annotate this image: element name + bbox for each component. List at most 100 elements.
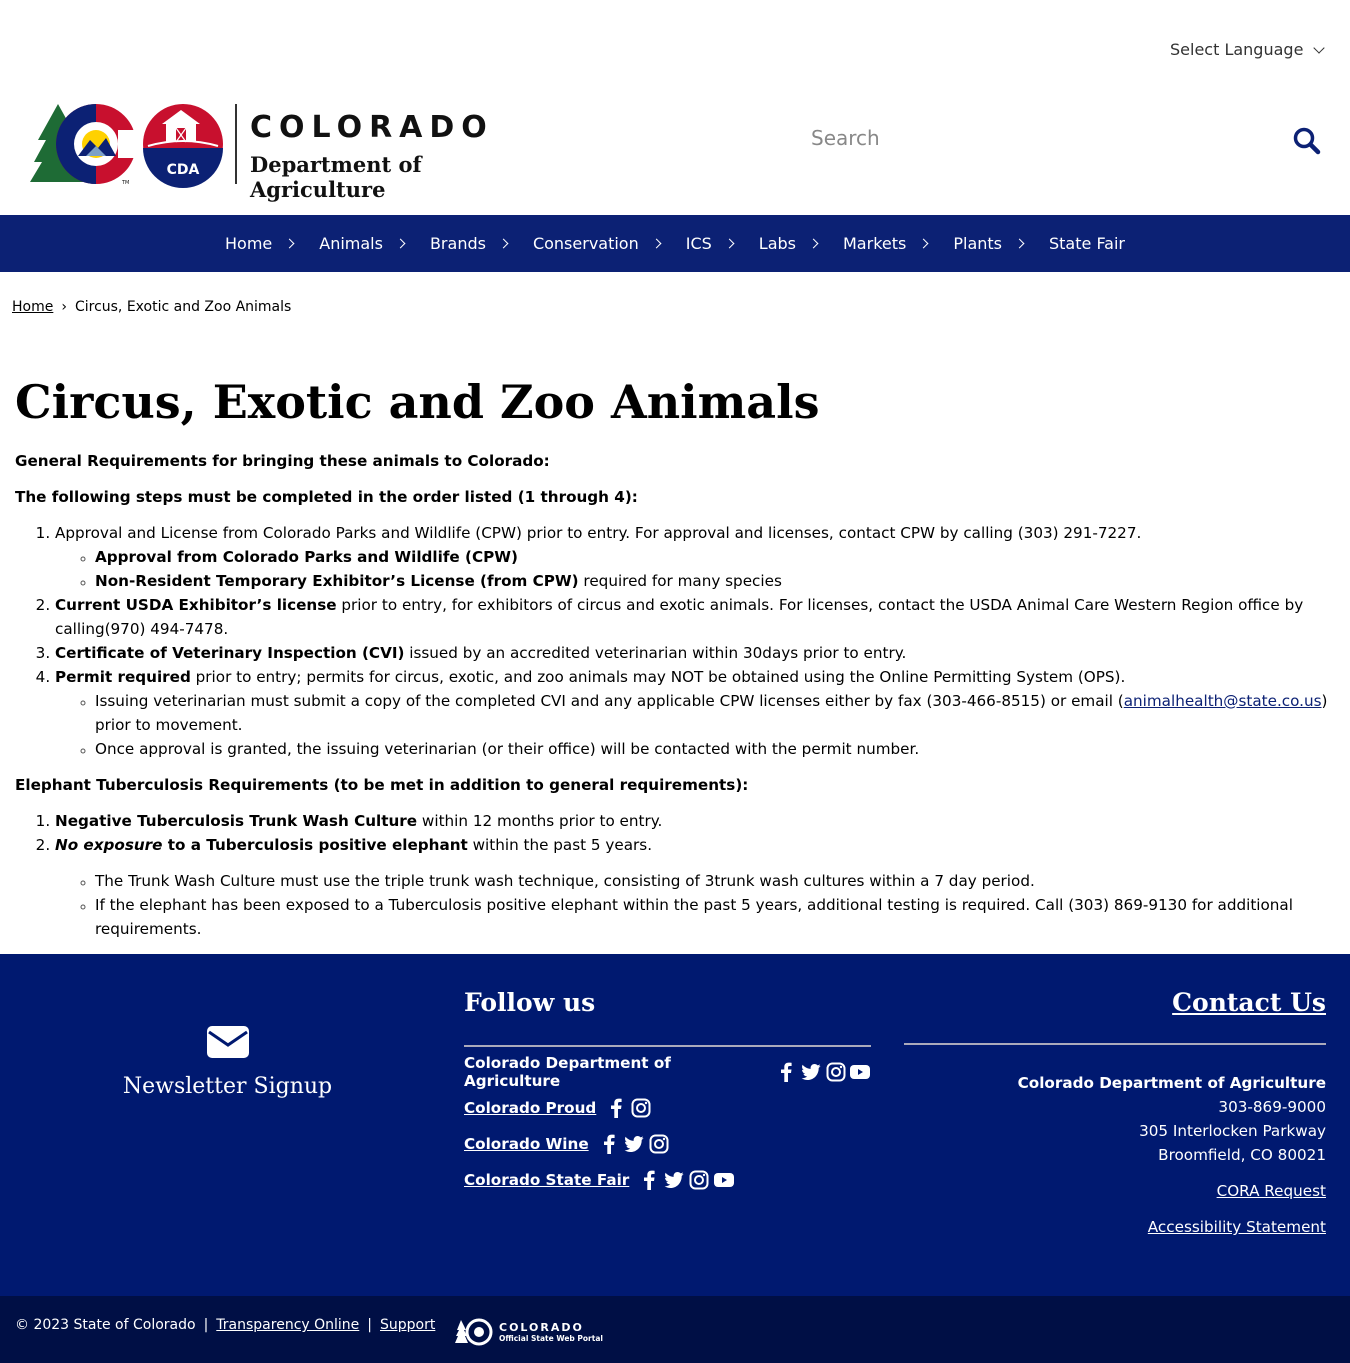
- list-item: Once approval is granted, the issuing ve…: [95, 737, 1340, 761]
- cora-request-link[interactable]: CORA Request: [904, 1179, 1326, 1203]
- colorado-state-fair-link[interactable]: Colorado State Fair: [464, 1171, 629, 1189]
- chevron-down-icon: [1313, 41, 1326, 54]
- main-nav: Home Animals Brands Conservation ICS Lab…: [0, 215, 1350, 272]
- colorado-wine-link[interactable]: Colorado Wine: [464, 1135, 589, 1153]
- list-item: No exposure to a Tuberculosis positive e…: [55, 833, 1340, 857]
- instagram-icon[interactable]: [688, 1169, 710, 1191]
- chevron-right-icon: [724, 238, 735, 249]
- nav-label: ICS: [685, 234, 712, 253]
- portal-title: COLORADO: [499, 1321, 584, 1334]
- divider: [904, 1043, 1326, 1045]
- contact-city: Broomfield, CO 80021: [1158, 1146, 1326, 1164]
- search-button[interactable]: [1291, 126, 1323, 158]
- facebook-icon[interactable]: [638, 1169, 660, 1191]
- step-text: Approval and License from Colorado Parks…: [55, 524, 1142, 542]
- portal-subtitle: Official State Web Portal: [499, 1334, 603, 1343]
- site-footer: Newsletter Signup Follow us Colorado Dep…: [0, 954, 1350, 1296]
- youtube-icon[interactable]: [713, 1169, 735, 1191]
- facebook-icon[interactable]: [776, 1061, 798, 1083]
- nav-item-ics[interactable]: ICS: [673, 215, 746, 272]
- nav-label: Markets: [843, 234, 907, 253]
- step-bold: Permit required: [55, 668, 191, 686]
- twitter-icon[interactable]: [800, 1061, 822, 1083]
- chevron-right-icon: [498, 238, 509, 249]
- breadcrumb-home-link[interactable]: Home: [12, 299, 53, 315]
- step-text: within the past 5 years.: [467, 836, 653, 854]
- step-subtext-bold: Non-Resident Temporary Exhibitor’s Licen…: [95, 572, 579, 590]
- separator: |: [203, 1317, 209, 1333]
- elephant-notes-list: The Trunk Wash Culture must use the trip…: [15, 869, 1340, 941]
- step-bold: Certificate of Veterinary Inspection (CV…: [55, 644, 405, 662]
- social-row-colorado-proud: Colorado Proud: [464, 1096, 871, 1119]
- nav-item-home[interactable]: Home: [212, 215, 306, 272]
- facebook-icon[interactable]: [598, 1133, 620, 1155]
- site-logo[interactable]: TM CDA COLORADO Department of Agricultur…: [30, 100, 550, 202]
- step-bold: to a Tuberculosis positive elephant: [162, 836, 468, 854]
- nav-item-conservation[interactable]: Conservation: [520, 215, 673, 272]
- bottom-links: © 2023 State of Colorado | Transparency …: [15, 1317, 435, 1333]
- newsletter-label: Newsletter Signup: [122, 1074, 333, 1099]
- chevron-right-icon: [808, 238, 819, 249]
- email-link[interactable]: animalhealth@state.co.us: [1124, 692, 1322, 710]
- social-row-colorado-wine: Colorado Wine: [464, 1132, 871, 1155]
- facebook-icon[interactable]: [605, 1097, 627, 1119]
- social-row-cda: Colorado Department of Agriculture: [464, 1054, 871, 1090]
- contact-us-link[interactable]: Contact Us: [1172, 988, 1326, 1017]
- newsletter-signup-link[interactable]: Newsletter Signup: [120, 1026, 335, 1099]
- nav-item-labs[interactable]: Labs: [746, 215, 830, 272]
- trademark: TM: [121, 180, 129, 186]
- instagram-icon[interactable]: [630, 1097, 652, 1119]
- twitter-icon[interactable]: [623, 1133, 645, 1155]
- breadcrumb: Home › Circus, Exotic and Zoo Animals: [12, 299, 291, 315]
- search-input[interactable]: [795, 118, 1255, 158]
- nav-label: Animals: [319, 234, 383, 253]
- step-bold: Negative Tuberculosis Trunk Wash Culture: [55, 812, 418, 830]
- twitter-icon[interactable]: [663, 1169, 685, 1191]
- instagram-icon[interactable]: [648, 1133, 670, 1155]
- list-item: If the elephant has been exposed to a Tu…: [95, 893, 1340, 941]
- divider: [464, 1045, 871, 1047]
- step-subtext: required for many species: [578, 572, 782, 590]
- step-subtext: Approval from Colorado Parks and Wildlif…: [95, 548, 518, 566]
- step-subtext: Once approval is granted, the issuing ve…: [95, 740, 920, 758]
- list-item: Negative Tuberculosis Trunk Wash Culture…: [55, 809, 1340, 833]
- nav-label: State Fair: [1049, 234, 1125, 253]
- language-select[interactable]: Select Language: [1170, 40, 1326, 59]
- general-steps-list: Approval and License from Colorado Parks…: [15, 521, 1340, 761]
- colorado-logo-icon: TM CDA: [30, 104, 223, 188]
- state-portal-logo[interactable]: COLORADO Official State Web Portal: [455, 1318, 603, 1346]
- contact-address: Colorado Department of Agriculture 303-8…: [904, 1071, 1326, 1167]
- colorado-proud-link[interactable]: Colorado Proud: [464, 1099, 596, 1117]
- logo-title: COLORADO: [250, 110, 494, 145]
- breadcrumb-current: Circus, Exotic and Zoo Animals: [74, 299, 292, 315]
- list-item: Approval from Colorado Parks and Wildlif…: [95, 545, 1340, 569]
- contact-org: Colorado Department of Agriculture: [1017, 1074, 1326, 1092]
- transparency-online-link[interactable]: Transparency Online: [216, 1317, 359, 1333]
- nav-item-markets[interactable]: Markets: [830, 215, 940, 272]
- envelope-icon: [206, 1026, 249, 1058]
- contact-phone: 303-869-9000: [1218, 1098, 1326, 1116]
- support-link[interactable]: Support: [380, 1317, 435, 1333]
- copyright: © 2023 State of Colorado: [15, 1317, 196, 1333]
- instagram-icon[interactable]: [825, 1061, 847, 1083]
- step-bold-italic: No exposure: [55, 836, 163, 854]
- elephant-steps-list: Negative Tuberculosis Trunk Wash Culture…: [15, 809, 1340, 857]
- nav-item-plants[interactable]: Plants: [940, 215, 1036, 272]
- colorado-portal-icon: [455, 1318, 493, 1346]
- nav-label: Labs: [758, 234, 796, 253]
- step-text: within 12 months prior to entry.: [417, 812, 663, 830]
- nav-label: Plants: [953, 234, 1002, 253]
- list-item: Approval and License from Colorado Parks…: [55, 521, 1340, 593]
- separator: |: [367, 1317, 373, 1333]
- youtube-icon[interactable]: [849, 1061, 871, 1083]
- step-text: issued by an accredited veterinarian wit…: [404, 644, 907, 662]
- nav-item-state-fair[interactable]: State Fair: [1036, 215, 1138, 272]
- nav-item-animals[interactable]: Animals: [306, 215, 417, 272]
- accessibility-statement-link[interactable]: Accessibility Statement: [904, 1215, 1326, 1239]
- logo-subtitle: Department of Agriculture: [250, 152, 422, 202]
- list-item: The Trunk Wash Culture must use the trip…: [95, 869, 1340, 893]
- logo-badge-text: CDA: [167, 162, 200, 178]
- nav-label: Brands: [429, 234, 486, 253]
- list-item: Current USDA Exhibitor’s license prior t…: [55, 593, 1340, 641]
- nav-item-brands[interactable]: Brands: [417, 215, 520, 272]
